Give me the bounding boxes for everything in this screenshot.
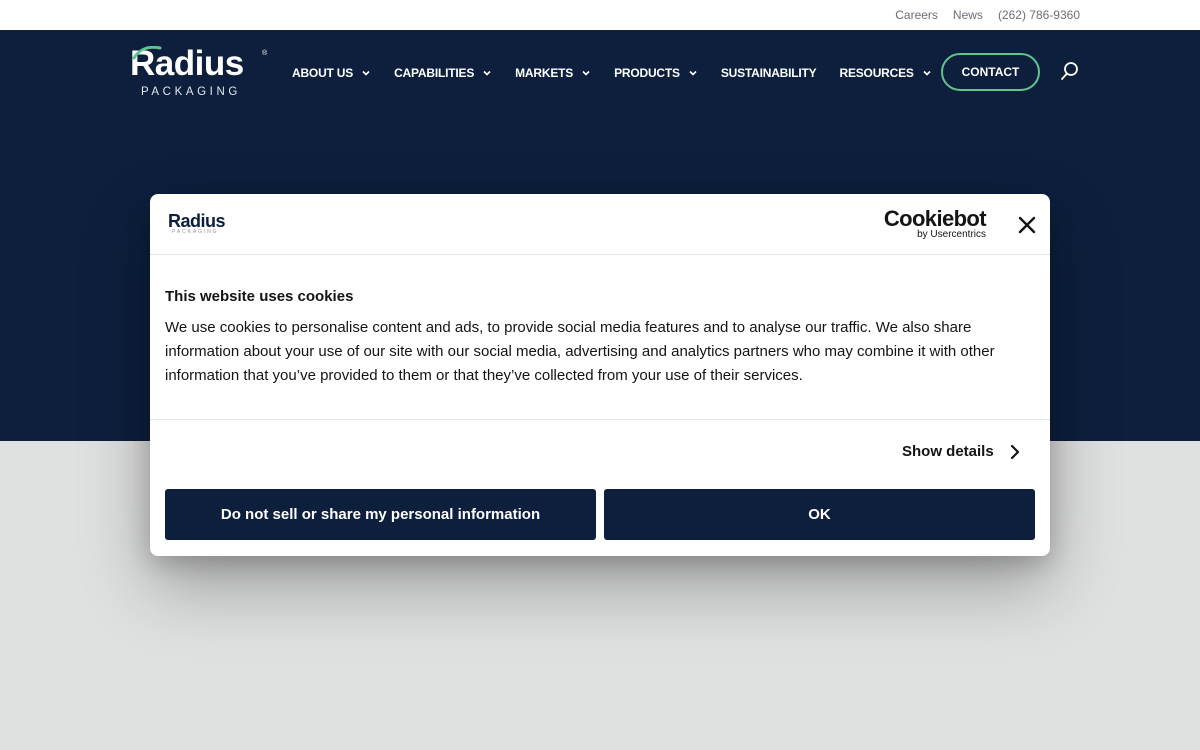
cookiebot-byline: by Usercentrics <box>917 229 986 240</box>
nav-item-label: SUSTAINABILITY <box>720 65 817 80</box>
chevron-down-icon <box>923 70 931 76</box>
nav-item-label: CAPABILITIES <box>394 65 475 80</box>
dialog-header: Radius PACKAGING Cookiebot by Usercentri… <box>150 194 1050 255</box>
nav-item-products[interactable]: PRODUCTS <box>614 66 698 80</box>
cookiebot-logo[interactable]: Cookiebot by Usercentrics <box>881 206 987 240</box>
do-not-sell-button[interactable]: Do not sell or share my personal informa… <box>165 489 596 540</box>
logo-subtitle: PACKAGING <box>141 86 241 98</box>
show-details-label: Show details <box>902 443 994 460</box>
nav-item-label: ABOUT US <box>292 65 354 80</box>
chevron-down-icon <box>362 70 370 76</box>
nav-item-label: PRODUCTS <box>614 65 680 80</box>
chevron-down-icon <box>483 70 491 76</box>
news-link[interactable]: News <box>953 8 983 22</box>
search-icon[interactable] <box>1060 61 1080 83</box>
close-icon[interactable] <box>1017 215 1037 235</box>
contact-button[interactable]: CONTACT <box>941 53 1040 91</box>
dialog-description: We use cookies to personalise content an… <box>165 319 995 384</box>
dialog-site-logo: Radius PACKAGING <box>168 211 238 237</box>
nav-item-sustainability[interactable]: SUSTAINABILITY <box>721 66 817 80</box>
cookie-consent-dialog: Radius PACKAGING Cookiebot by Usercentri… <box>150 194 1050 556</box>
nav-item-markets[interactable]: MARKETS <box>515 66 591 80</box>
careers-link[interactable]: Careers <box>895 8 938 22</box>
chevron-down-icon <box>689 70 697 76</box>
main-header: Radius ® PACKAGING ABOUT US CAPABILITIES… <box>0 30 1200 115</box>
nav-item-resources[interactable]: RESOURCES <box>839 66 931 80</box>
ok-button[interactable]: OK <box>604 489 1035 540</box>
nav-item-capabilities[interactable]: CAPABILITIES <box>394 66 492 80</box>
site-logo[interactable]: Radius ® PACKAGING <box>130 44 270 100</box>
dialog-divider <box>150 419 1050 420</box>
nav-item-label: RESOURCES <box>839 65 914 80</box>
phone-link[interactable]: (262) 786-9360 <box>998 8 1080 22</box>
nav-item-about-us[interactable]: ABOUT US <box>292 66 371 80</box>
chevron-right-icon <box>1010 444 1019 459</box>
chevron-down-icon <box>582 70 590 76</box>
logo-registered-mark: ® <box>262 50 268 57</box>
dialog-logo-subtitle: PACKAGING <box>172 229 219 235</box>
top-utility-bar: Careers News (262) 786-9360 <box>0 0 1200 30</box>
main-nav: ABOUT US CAPABILITIES MARKETS PRODUCTS S… <box>292 30 955 115</box>
dialog-title: This website uses cookies <box>165 288 354 305</box>
logo-swoosh-icon <box>132 46 162 60</box>
show-details-link[interactable]: Show details <box>902 443 1020 460</box>
nav-item-label: MARKETS <box>515 65 574 80</box>
